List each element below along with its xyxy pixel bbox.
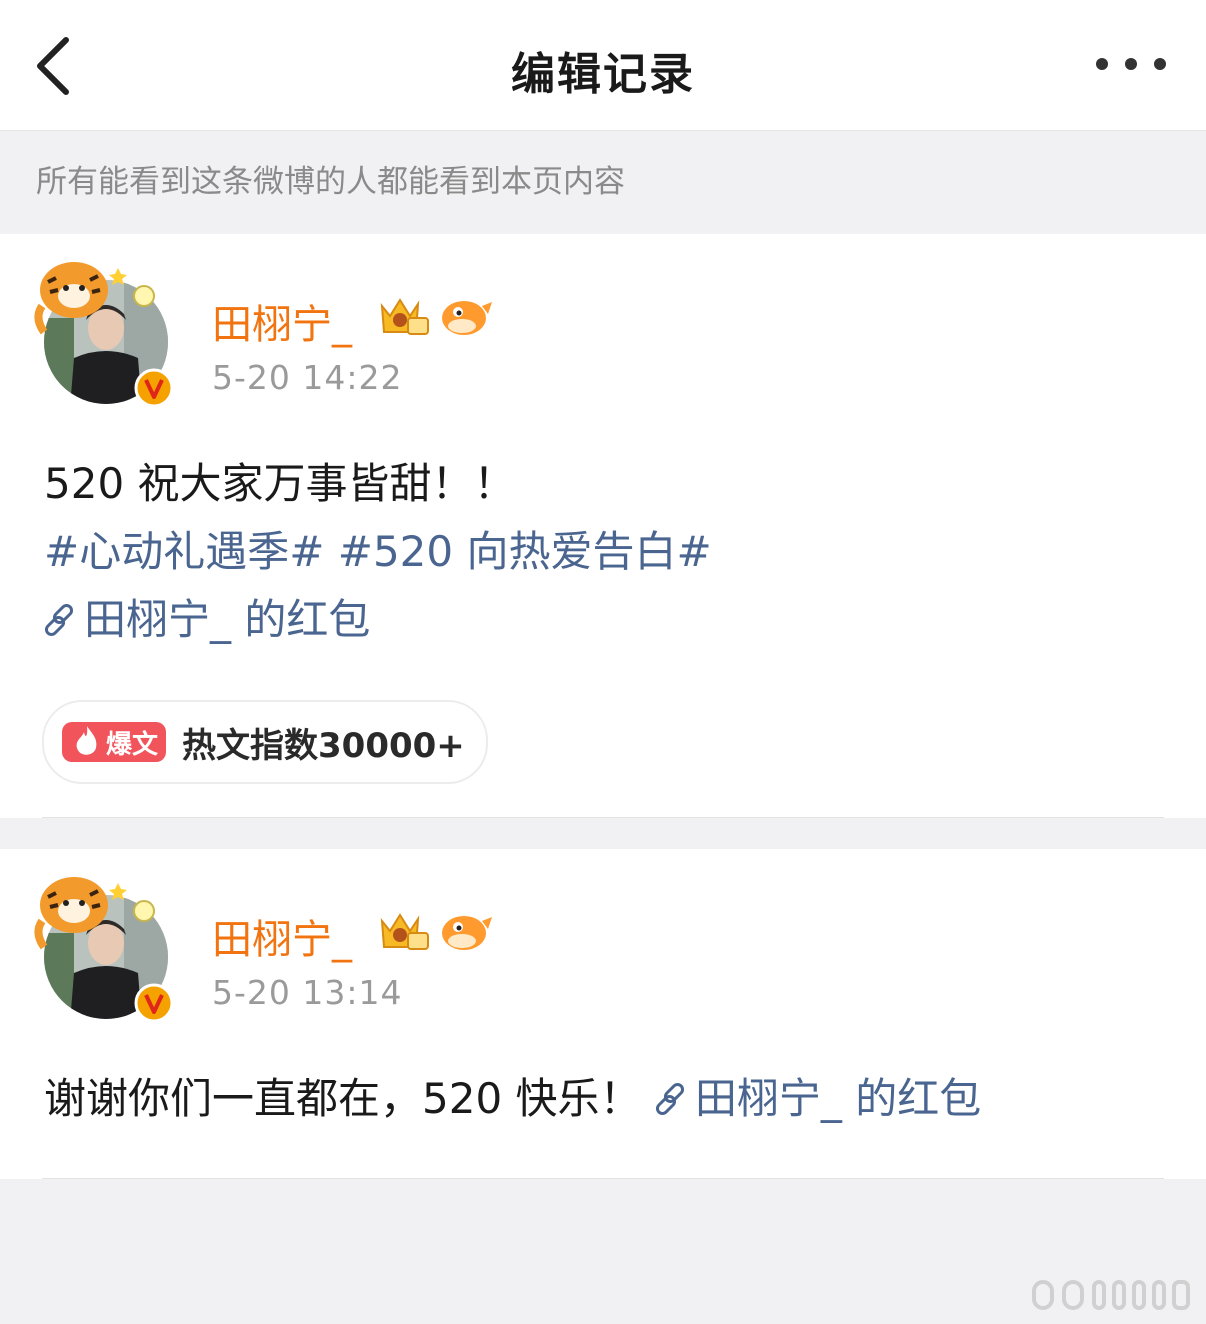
divider [42,1178,1164,1179]
page-title: 编辑记录 [511,49,695,100]
more-dots-icon [1096,58,1166,70]
username[interactable]: 田栩宁_ [212,292,352,350]
link-icon [44,603,74,637]
edit-record-card: 田栩宁_ 5-20 14:22 520 祝大家万事皆甜！！ #心动礼遇季# #5… [0,234,1206,818]
fish-badge-icon [442,301,492,335]
hot-index-text: 热文指数30000+ [182,726,465,766]
hot-badge-label: 爆文 [106,730,159,760]
username[interactable]: 田栩宁_ [212,907,352,965]
red-packet-link[interactable]: 田栩宁_ 的红包 [44,595,370,644]
post-text-line: 520 祝大家万事皆甜！！ [44,459,516,508]
watermark-logo [1032,1278,1192,1312]
avatar[interactable] [34,258,184,408]
hot-badge: 爆文 [62,722,166,762]
verified-v-icon [134,368,174,408]
red-packet-link[interactable]: 田栩宁_ 的红包 [655,1074,981,1123]
hashtag-link[interactable]: #520 向热爱告白# [338,527,712,576]
red-packet-link-label: 田栩宁_ 的红包 [84,595,371,644]
fish-badge-icon [442,916,492,950]
post-content: 谢谢你们一直都在，520 快乐！ 田栩宁_ 的红包 [44,1065,1166,1133]
post-text-line: 谢谢你们一直都在，520 快乐！ [44,1074,642,1123]
user-badges [378,907,498,957]
divider [42,817,1164,818]
avatar[interactable] [34,873,184,1023]
post-timestamp: 5-20 13:14 [212,973,403,1012]
nav-bar: 编辑记录 [0,0,1206,131]
fire-icon [76,726,97,755]
hashtag-link[interactable]: #心动礼遇季# [44,527,324,576]
more-button[interactable] [1094,52,1168,76]
user-badges [378,292,498,342]
edit-record-card: 田栩宁_ 5-20 13:14 谢谢你们一直都在，520 快乐！ 田栩宁_ 的红… [0,849,1206,1179]
red-packet-link-label: 田栩宁_ 的红包 [694,1074,982,1123]
hot-index-pill[interactable]: 爆文 热文指数30000+ [42,700,488,784]
post-content: 520 祝大家万事皆甜！！ #心动礼遇季# #520 向热爱告白# 田栩宁_ 的… [44,450,1166,654]
crown-badge-icon [380,913,429,950]
visibility-notice: 所有能看到这条微博的人都能看到本页内容 [0,131,1206,233]
verified-v-icon [134,983,174,1023]
link-icon [655,1082,684,1116]
post-timestamp: 5-20 14:22 [212,358,403,397]
crown-badge-icon [380,298,429,335]
